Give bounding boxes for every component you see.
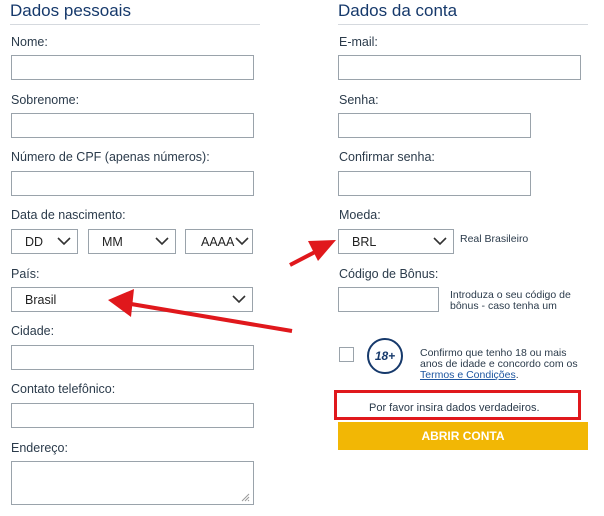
- annotation-arrows: [108, 240, 336, 333]
- arrow-to-currency-icon: [289, 240, 336, 267]
- arrow-to-country-icon: [108, 289, 293, 333]
